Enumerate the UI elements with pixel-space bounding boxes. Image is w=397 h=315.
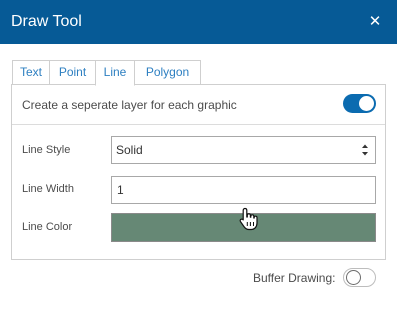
window-titlebar: Draw Tool ✕ bbox=[0, 0, 397, 44]
window-title: Draw Tool bbox=[11, 13, 82, 30]
select-arrows-icon bbox=[362, 144, 368, 156]
toggle-knob bbox=[359, 96, 374, 111]
line-width-input[interactable]: 1 bbox=[111, 176, 376, 204]
line-color-swatch[interactable] bbox=[111, 213, 376, 242]
close-icon[interactable]: ✕ bbox=[367, 13, 383, 31]
line-style-value: Solid bbox=[116, 143, 143, 157]
tab-text[interactable]: Text bbox=[12, 60, 50, 85]
toggle-knob bbox=[346, 270, 361, 285]
divider bbox=[12, 124, 385, 125]
line-width-label: Line Width bbox=[22, 183, 74, 195]
line-style-select[interactable]: Solid bbox=[111, 136, 376, 164]
separate-layer-label: Create a seperate layer for each graphic bbox=[22, 98, 237, 112]
line-style-label: Line Style bbox=[22, 144, 71, 156]
line-settings-panel: Create a seperate layer for each graphic… bbox=[11, 84, 386, 260]
tab-polygon[interactable]: Polygon bbox=[134, 60, 201, 85]
buffer-drawing-toggle[interactable] bbox=[343, 268, 376, 287]
line-color-label: Line Color bbox=[22, 221, 73, 233]
separate-layer-toggle[interactable] bbox=[343, 94, 376, 113]
buffer-drawing-label: Buffer Drawing: bbox=[253, 271, 336, 285]
tab-line[interactable]: Line bbox=[95, 60, 135, 86]
tab-point[interactable]: Point bbox=[49, 60, 96, 85]
